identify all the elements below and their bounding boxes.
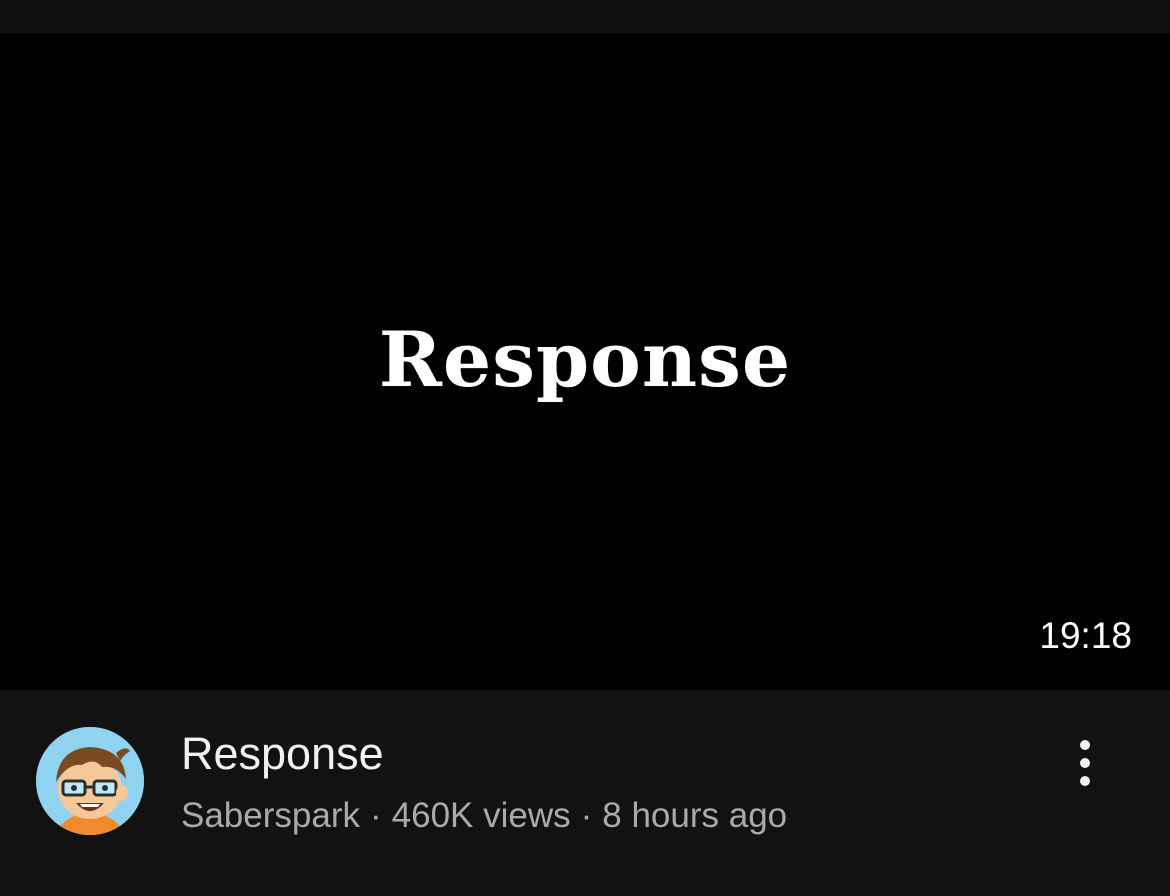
- channel-name[interactable]: Saberspark: [181, 796, 360, 835]
- video-duration-badge: 19:18: [1039, 615, 1132, 656]
- upload-age: 8 hours ago: [602, 796, 788, 835]
- vertical-ellipsis-icon: [1080, 758, 1090, 768]
- thumbnail-title-text: Response: [378, 315, 792, 404]
- cartoon-face-icon: [36, 727, 144, 835]
- vertical-ellipsis-icon: [1080, 776, 1090, 786]
- channel-avatar[interactable]: [36, 727, 144, 835]
- separator-dot: ·: [369, 796, 382, 835]
- video-title[interactable]: Response: [181, 728, 384, 780]
- video-thumbnail[interactable]: Response 19:18: [0, 33, 1170, 690]
- video-meta-row: Response Saberspark · 460K views · 8 hours a…: [0, 690, 1170, 896]
- more-options-button[interactable]: [1062, 734, 1108, 794]
- video-subtitle-line: Saberspark · 460K views · 8 hours ago: [181, 796, 787, 836]
- separator-dot: ·: [580, 796, 593, 835]
- status-bar-strip: [0, 0, 1170, 33]
- vertical-ellipsis-icon: [1080, 740, 1090, 750]
- view-count: 460K views: [391, 796, 571, 835]
